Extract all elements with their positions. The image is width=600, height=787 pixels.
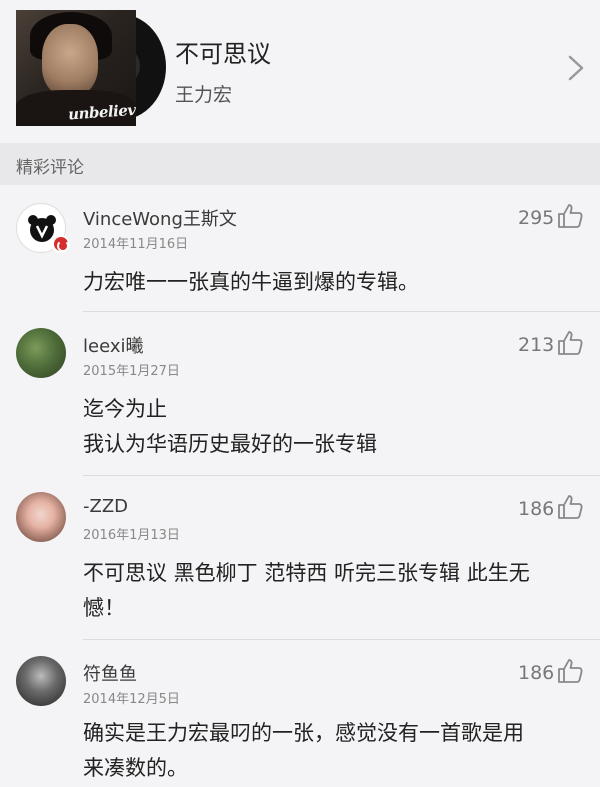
comment-text: 不可思议 黑色柳丁 范特西 听完三张专辑 此生无 憾！ [83,556,583,626]
song-artist: 王力宏 [175,84,233,106]
comment-line: 力宏唯一一张真的牛逼到爆的专辑。 [83,270,419,294]
cover-image: unbelievable [16,10,136,126]
comment-item[interactable]: leexi曦 2015年1月27日 213 迄今为止 我认为华语历史最好的一张专… [0,312,600,475]
song-title: 不可思议 [175,40,271,68]
comment-item[interactable]: 符鱼鱼 2014年12月5日 186 确实是王力宏最叼的一张，感觉没有一首歌是用… [0,640,600,787]
comment-text: 迄今为止 我认为华语历史最好的一张专辑 [83,392,583,462]
comment-text: 力宏唯一一张真的牛逼到爆的专辑。 [83,265,583,300]
comment-text: 确实是王力宏最叼的一张，感觉没有一首歌是用 来凑数的。 [83,716,583,786]
like-count: 295 [518,207,555,229]
comment-line: 不可思议 黑色柳丁 范特西 听完三张专辑 此生无 [83,561,530,585]
comment-date: 2014年11月16日 [83,237,189,252]
avatar[interactable] [16,656,66,706]
comment-date: 2014年12月5日 [83,692,180,707]
comment-item[interactable]: -ZZD 2016年1月13日 186 不可思议 黑色柳丁 范特西 听完三张专辑… [0,476,600,639]
comment-date: 2015年1月27日 [83,364,180,379]
comment-line: 迄今为止 [83,397,167,421]
comment-line: 确实是王力宏最叼的一张，感觉没有一首歌是用 [83,721,524,745]
like-count: 186 [518,662,555,684]
thumbs-up-icon[interactable] [556,203,584,229]
thumbs-up-icon[interactable] [556,330,584,356]
comment-date: 2016年1月13日 [83,528,180,543]
song-header[interactable]: unbelievable 不可思议 王力宏 [0,0,600,143]
section-header: 精彩评论 [0,143,600,185]
thumbs-up-icon[interactable] [556,494,584,520]
avatar[interactable] [16,492,66,542]
chevron-right-icon[interactable] [563,54,589,82]
comment-line: 我认为华语历史最好的一张专辑 [83,432,377,456]
comment-line: 来凑数的。 [83,756,188,780]
album-cover: unbelievable [16,10,166,126]
section-title: 精彩评论 [16,158,84,178]
like-count: 213 [518,334,555,356]
comment-item[interactable]: VinceWong王斯文 2014年11月16日 295 力宏唯一一张真的牛逼到… [0,185,600,311]
username[interactable]: leexi曦 [83,332,144,358]
comment-line: 憾！ [83,596,125,620]
like-count: 186 [518,498,555,520]
username[interactable]: 符鱼鱼 [83,660,137,686]
verified-badge-icon [52,235,70,253]
username[interactable]: VinceWong王斯文 [83,205,237,231]
username[interactable]: -ZZD [83,496,128,517]
avatar[interactable] [16,328,66,378]
thumbs-up-icon[interactable] [556,658,584,684]
